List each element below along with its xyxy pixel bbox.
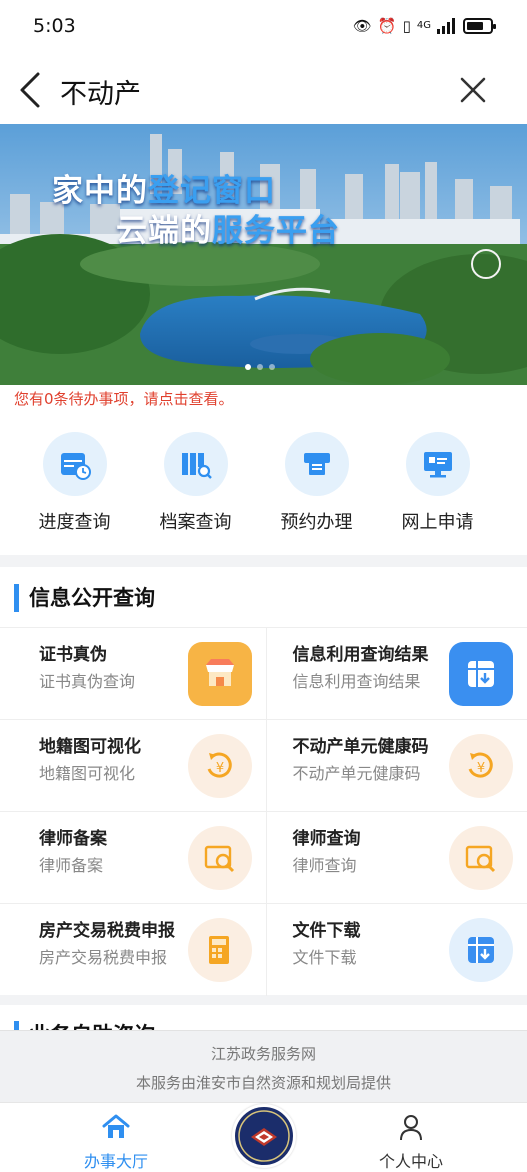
nav-bar: 不动产	[0, 56, 527, 124]
quick-label: 进度查询	[38, 512, 111, 533]
svg-text:¥: ¥	[216, 761, 224, 776]
item-title: 信息利用查询结果	[292, 645, 429, 665]
monitor-apply-icon	[423, 452, 452, 478]
alarm-icon: ⏰	[377, 17, 397, 35]
tab-label: 办事大厅	[83, 1152, 148, 1171]
quick-online-apply[interactable]: 网上申请	[377, 432, 498, 534]
info-item-lawyer-query[interactable]: 律师查询 律师查询	[267, 812, 527, 904]
city-lake-image	[0, 124, 527, 385]
shop-icon	[188, 642, 253, 706]
item-title: 律师备案	[39, 829, 107, 849]
section-title: 信息公开查询	[14, 584, 155, 612]
yuan-cycle-icon: ¥	[188, 734, 253, 798]
archive-search-icon	[181, 453, 212, 479]
tax-calculator-icon	[188, 918, 253, 982]
item-subtitle: 文件下载	[292, 948, 357, 967]
info-item-lawyer-filing[interactable]: 律师备案 律师备案	[0, 812, 268, 904]
item-title: 文件下载	[292, 921, 361, 941]
ems-search-icon	[188, 826, 253, 890]
user-icon	[400, 1115, 422, 1141]
banner-carousel[interactable]: 家中的登记窗口 云端的服务平台	[0, 124, 527, 385]
quick-actions: 进度查询 档案查询 预约办理 网上申请	[0, 432, 527, 534]
ems-search-icon	[449, 826, 513, 890]
network-label: 4G	[416, 20, 431, 31]
item-title: 不动产单元健康码	[292, 737, 429, 757]
yuan-cycle-icon: ¥	[449, 734, 513, 798]
quick-label: 预约办理	[280, 512, 353, 533]
info-item-health-code[interactable]: 不动产单元健康码 不动产单元健康码 ¥	[267, 720, 527, 812]
info-grid: 证书真伪 证书真伪查询 信息利用查询结果 信息利用查询结果 地籍图可视化 地籍图…	[0, 627, 527, 996]
quick-label: 档案查询	[159, 512, 232, 533]
item-subtitle: 律师查询	[292, 856, 357, 875]
vibrate-icon: ▯	[402, 17, 411, 35]
registry-logo[interactable]	[232, 1104, 296, 1168]
item-subtitle: 证书真伪查询	[39, 672, 136, 691]
tab-home[interactable]: 办事大厅	[56, 1113, 176, 1172]
close-icon[interactable]	[459, 76, 487, 104]
footer-line-1: 江苏政务服务网	[210, 1045, 316, 1063]
eye-icon: 👁	[352, 17, 372, 35]
info-item-file-download[interactable]: 文件下载 文件下载	[267, 904, 527, 996]
calendar-clock-icon	[60, 453, 91, 480]
battery-icon	[463, 18, 496, 34]
home-icon	[102, 1114, 130, 1138]
quick-panel: 您有0条待办事项，请点击查看。 进度查询 档案查询 预约办理 网上申请	[0, 385, 527, 555]
banner-headline-2: 云端的服务平台	[116, 213, 340, 249]
item-subtitle: 信息利用查询结果	[292, 672, 421, 691]
item-subtitle: 房产交易税费申报	[39, 948, 168, 967]
item-title: 地籍图可视化	[39, 737, 141, 757]
item-title: 律师查询	[292, 829, 361, 849]
item-title: 证书真伪	[39, 645, 107, 665]
carousel-indicator	[245, 364, 275, 370]
download-table-icon	[449, 918, 513, 982]
tab-profile[interactable]: 个人中心	[351, 1113, 471, 1172]
status-icons: 👁 ⏰ ▯ 4G	[352, 16, 496, 36]
info-item-tax-declare[interactable]: 房产交易税费申报 房产交易税费申报	[0, 904, 268, 996]
pending-notice[interactable]: 您有0条待办事项，请点击查看。	[14, 388, 234, 409]
info-public-query-section: 信息公开查询 证书真伪 证书真伪查询 信息利用查询结果 信息利用查询结果 地籍图…	[0, 567, 527, 996]
signal-icon	[437, 18, 455, 34]
quick-label: 网上申请	[401, 512, 474, 533]
tab-label: 个人中心	[378, 1152, 443, 1171]
footer: 江苏政务服务网 本服务由淮安市自然资源和规划局提供	[0, 1030, 527, 1102]
info-item-cadastral-map[interactable]: 地籍图可视化 地籍图可视化 ¥	[0, 720, 268, 812]
banner-headline-1: 家中的登记窗口	[52, 173, 276, 209]
quick-archive-query[interactable]: 档案查询	[135, 432, 256, 534]
info-item-cert-verify[interactable]: 证书真伪 证书真伪查询	[0, 628, 268, 720]
footer-line-2: 本服务由淮安市自然资源和规划局提供	[135, 1074, 391, 1092]
status-time: 5:03	[33, 15, 76, 37]
quick-appointment[interactable]: 预约办理	[256, 432, 377, 534]
page-title: 不动产	[60, 79, 141, 110]
item-subtitle: 律师备案	[39, 856, 104, 875]
item-subtitle: 不动产单元健康码	[292, 764, 421, 783]
status-bar: 5:03 👁 ⏰ ▯ 4G	[0, 0, 527, 56]
ticket-machine-icon	[303, 453, 330, 475]
download-table-icon	[449, 642, 513, 706]
item-subtitle: 地籍图可视化	[39, 764, 136, 783]
back-arrow-icon[interactable]	[18, 70, 42, 110]
item-title: 房产交易税费申报	[39, 921, 175, 941]
svg-text:¥: ¥	[477, 761, 485, 776]
quick-progress-query[interactable]: 进度查询	[14, 432, 135, 534]
info-item-usage-result[interactable]: 信息利用查询结果 信息利用查询结果	[267, 628, 527, 720]
